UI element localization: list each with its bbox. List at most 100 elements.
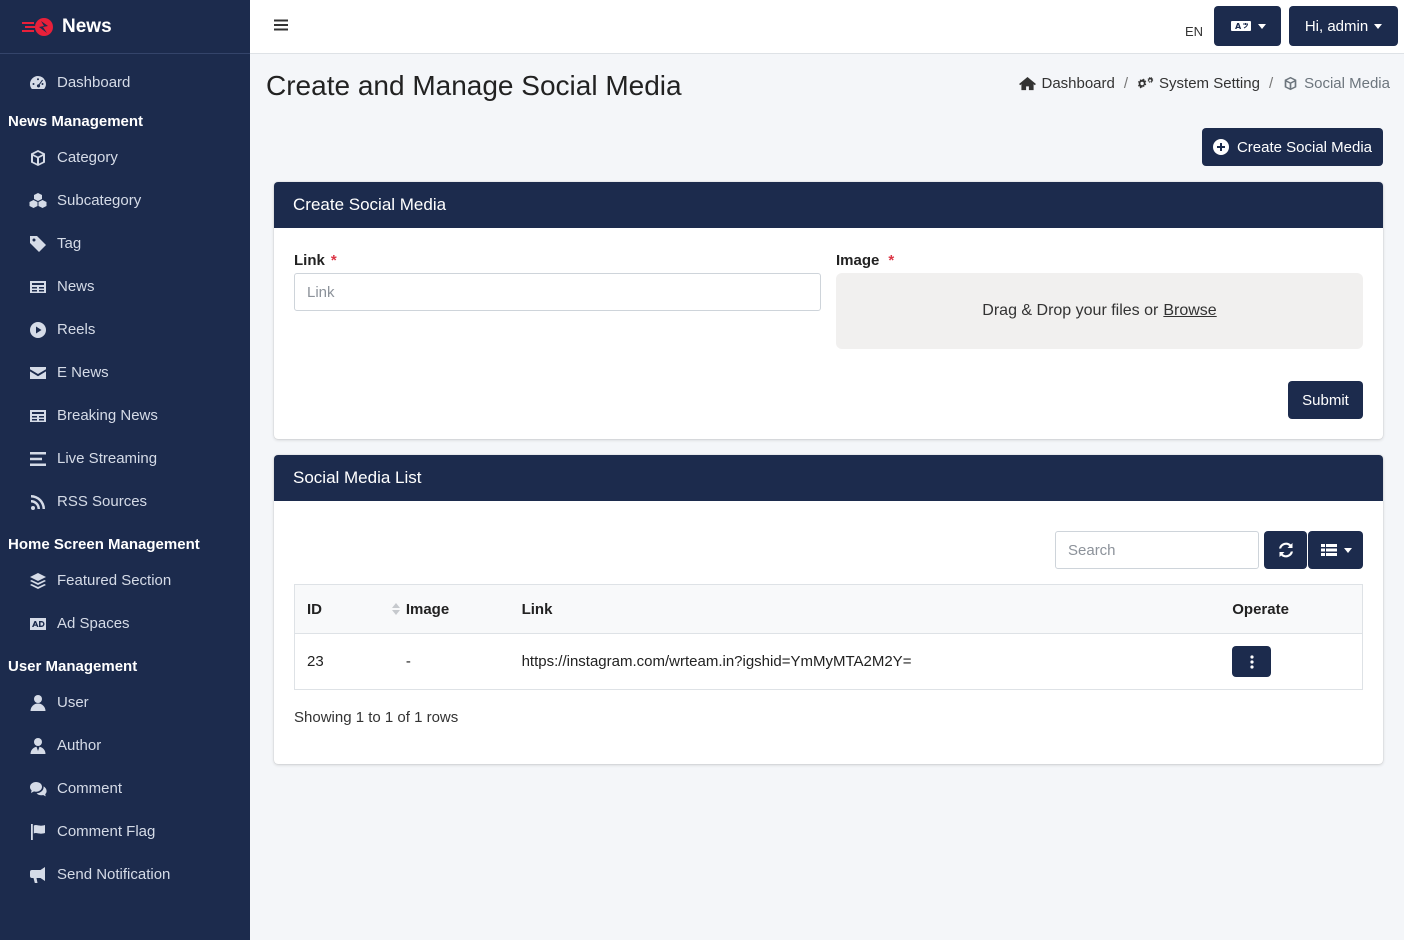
create-social-media-button[interactable]: Create Social Media	[1202, 128, 1383, 166]
user-greeting: Hi, admin	[1304, 17, 1369, 35]
breadcrumb-system-setting[interactable]: System Setting	[1137, 75, 1260, 92]
search-input[interactable]: Search	[1055, 531, 1259, 569]
sidebar-item-author[interactable]: Author	[0, 724, 250, 767]
link-label-text: Link	[294, 252, 325, 269]
sidebar-item-ad-spaces[interactable]: Ad Spaces	[0, 602, 250, 645]
sidebar-item-reels[interactable]: Reels	[0, 308, 250, 351]
flag-icon	[28, 823, 48, 841]
sidebar-item-label: Comment Flag	[57, 823, 156, 840]
browse-link[interactable]: Browse	[1163, 302, 1216, 320]
sidebar-item-label: Subcategory	[57, 192, 142, 209]
sidebar-section-header: News Management	[8, 112, 144, 130]
cell-image: -	[405, 653, 411, 670]
language-button[interactable]: A	[1214, 6, 1281, 46]
brand[interactable]: News	[0, 0, 250, 54]
row-actions-button[interactable]	[1232, 646, 1272, 677]
column-header-operate: Operate	[1232, 600, 1289, 618]
tag-icon	[28, 235, 48, 253]
sidebar-item-send-notification[interactable]: Send Notification	[0, 853, 250, 896]
sidebar-item-label: Category	[57, 149, 118, 166]
sidebar-item-category[interactable]: Category	[0, 136, 250, 179]
table-header: ID Image Link Operate	[295, 585, 1362, 634]
cell-id: 23	[307, 653, 324, 670]
menu-toggle-icon[interactable]	[274, 18, 288, 32]
chevron-down-icon	[1343, 547, 1352, 553]
sidebar-item-label: Author	[57, 737, 102, 754]
column-header-image: Image	[405, 600, 450, 618]
sidebar-item-label: Reels	[57, 321, 96, 338]
image-label-text: Image	[836, 252, 880, 269]
sidebar-section-header: Home Screen Management	[8, 535, 200, 553]
link-input[interactable]: Link	[294, 273, 821, 311]
column-header-id[interactable]: ID	[295, 601, 406, 618]
card-title: Create Social Media	[274, 182, 1383, 228]
sidebar-item-label: Send Notification	[57, 866, 171, 883]
rss-icon	[28, 493, 48, 511]
sidebar-section-header: User Management	[8, 657, 138, 675]
sidebar-item-dashboard[interactable]: Dashboard	[0, 61, 250, 104]
sidebar-item-breaking-news[interactable]: Breaking News	[0, 394, 250, 437]
image-label: Image *	[836, 252, 894, 269]
sidebar-item-featured-section[interactable]: Featured Section	[0, 559, 250, 602]
submit-button[interactable]: Submit	[1288, 381, 1363, 419]
comments-icon	[28, 780, 48, 798]
chevron-down-icon	[1257, 23, 1266, 29]
svg-text:A: A	[1235, 22, 1242, 31]
required-mark: *	[330, 252, 337, 269]
breadcrumb-social-media: Social Media	[1282, 75, 1390, 92]
bullhorn-icon	[28, 866, 48, 884]
sidebar-item-label: Live Streaming	[57, 450, 158, 467]
user-menu-button[interactable]: Hi, admin	[1289, 6, 1398, 46]
bars-icon	[28, 450, 48, 468]
sidebar-item-label: RSS Sources	[57, 493, 148, 510]
breadcrumb-separator: /	[1268, 75, 1274, 92]
social-media-list-card: Social Media List Search ID Image Link O…	[274, 455, 1383, 764]
sidebar-item-label: User	[57, 694, 89, 711]
sidebar-item-comment-flag[interactable]: Comment Flag	[0, 810, 250, 853]
social-media-table: ID Image Link Operate 23 - https://insta…	[294, 584, 1363, 690]
page-title: Create and Manage Social Media	[266, 70, 682, 101]
sidebar-item-label: Comment	[57, 780, 123, 797]
columns-toggle-button[interactable]	[1308, 531, 1363, 569]
breadcrumb: Dashboard / System Setting / Social Medi…	[1019, 75, 1390, 92]
ad-icon	[28, 615, 48, 633]
sidebar-item-e-news[interactable]: E News	[0, 351, 250, 394]
sidebar-item-subcategory[interactable]: Subcategory	[0, 179, 250, 222]
brand-name: News	[62, 15, 112, 37]
sort-icon	[391, 602, 400, 615]
create-social-media-card: Create Social Media Link * Link Image * Dr…	[274, 182, 1383, 439]
newspaper-icon	[28, 278, 48, 296]
column-header-link: Link	[521, 600, 553, 618]
sidebar-item-user[interactable]: User	[0, 681, 250, 724]
cubes-icon	[28, 192, 48, 210]
sidebar-item-tag[interactable]: Tag	[0, 222, 250, 265]
pagination-info: Showing 1 to 1 of 1 rows	[294, 709, 459, 726]
cube-icon	[1284, 76, 1297, 91]
sidebar-item-live-streaming[interactable]: Live Streaming	[0, 437, 250, 480]
layers-icon	[28, 572, 48, 590]
sidebar-item-rss-sources[interactable]: RSS Sources	[0, 480, 250, 523]
sidebar-item-label: Breaking News	[57, 407, 158, 424]
breadcrumb-label: System Setting	[1159, 75, 1260, 92]
plus-circle-icon	[1212, 139, 1229, 155]
sidebar-item-label: Featured Section	[57, 572, 172, 589]
language-code: EN	[1185, 24, 1204, 39]
play-circle-icon	[28, 321, 48, 339]
chevron-down-icon	[1374, 23, 1383, 29]
user-icon	[28, 694, 48, 712]
breadcrumb-dashboard[interactable]: Dashboard	[1019, 75, 1115, 92]
cell-link: https://instagram.com/wrteam.in?igshid=Y…	[521, 653, 912, 670]
sidebar-item-comment[interactable]: Comment	[0, 767, 250, 810]
translate-icon: A	[1230, 21, 1251, 31]
home-icon	[1019, 76, 1037, 91]
sidebar-item-news[interactable]: News	[0, 265, 250, 308]
column-label: ID	[307, 600, 322, 618]
more-vertical-icon	[1250, 654, 1254, 669]
image-dropzone[interactable]: Drag & Drop your files or Browse	[836, 273, 1363, 349]
sidebar-item-label: Ad Spaces	[57, 615, 130, 632]
card-title: Social Media List	[274, 455, 1383, 501]
breadcrumb-label: Social Media	[1304, 75, 1390, 92]
refresh-icon	[1278, 542, 1293, 558]
refresh-button[interactable]	[1264, 531, 1307, 569]
newspaper-icon	[28, 407, 48, 425]
